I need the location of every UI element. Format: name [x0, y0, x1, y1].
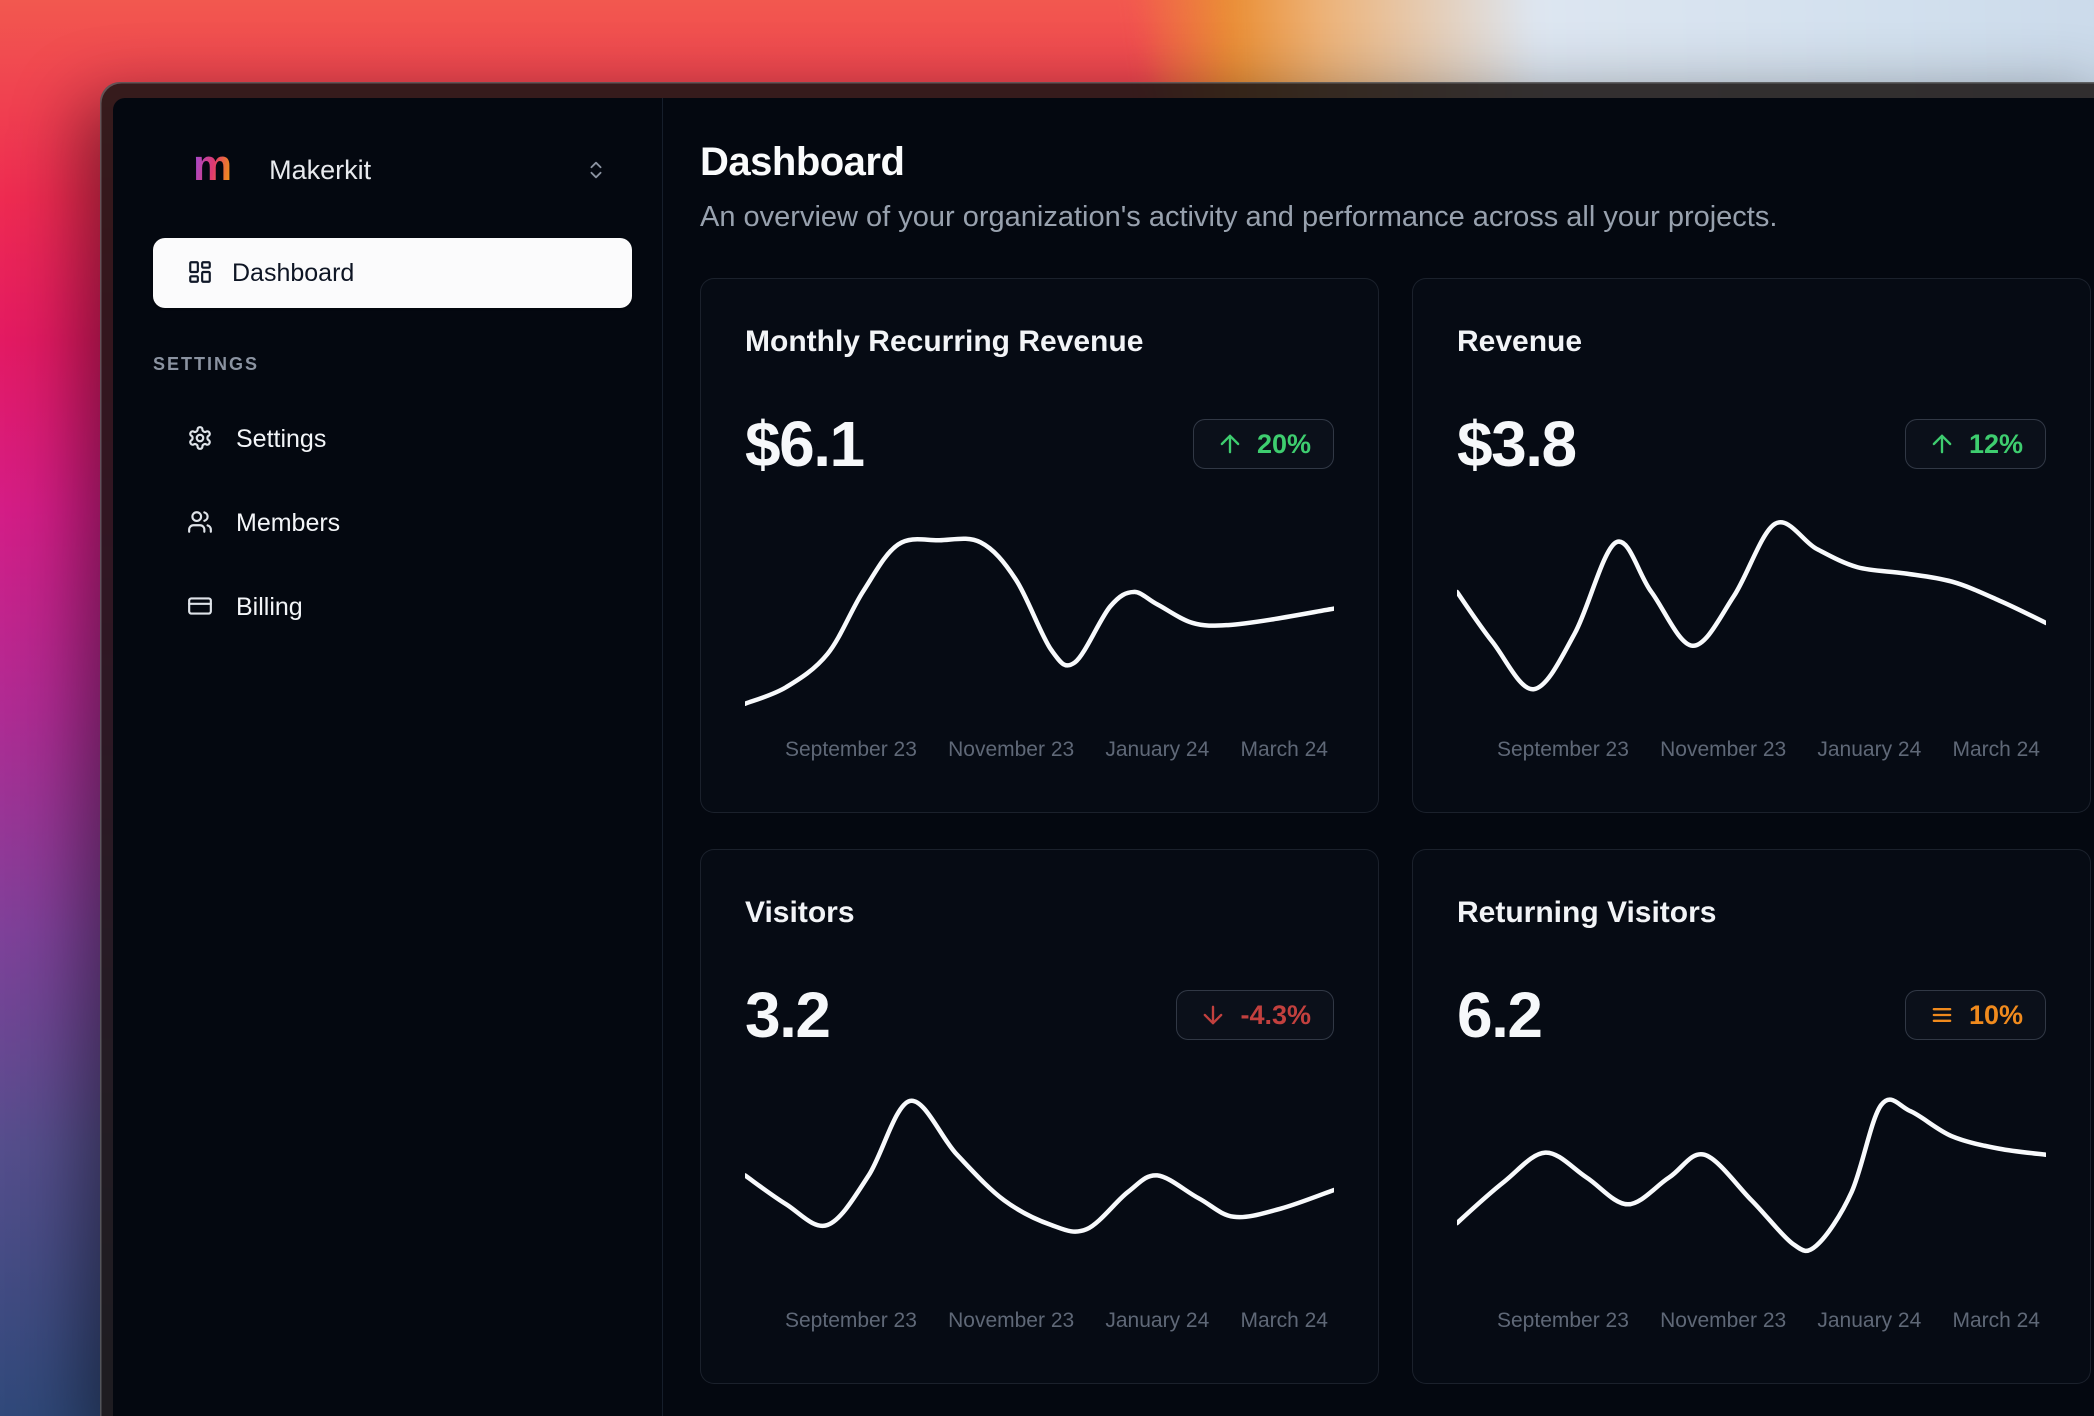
trend-badge: -4.3%	[1176, 990, 1334, 1040]
app-window: m Makerkit Dashboard SETTINGS Settings M…	[100, 82, 2094, 1416]
metrics-grid: Monthly Recurring Revenue $6.1 20% Septe…	[700, 278, 2091, 1384]
page-title: Dashboard	[700, 140, 2091, 185]
layout-dashboard-icon	[187, 259, 213, 288]
x-axis-label: September 23	[1497, 1309, 1629, 1333]
x-axis-label: November 23	[948, 1309, 1074, 1333]
arrow-up-icon	[1928, 430, 1956, 458]
x-axis-label: November 23	[1660, 738, 1786, 762]
x-axis-label: March 24	[1952, 1309, 2040, 1333]
metric-card: Monthly Recurring Revenue $6.1 20% Septe…	[700, 278, 1379, 813]
x-axis-labels: September 23 November 23 January 24 March 2…	[745, 738, 1334, 762]
x-axis-label: March 24	[1240, 738, 1328, 762]
trend-label: 20%	[1257, 429, 1311, 460]
x-axis-label: January 24	[1105, 738, 1209, 762]
x-axis-label: March 24	[1240, 1309, 1328, 1333]
card-title: Revenue	[1457, 325, 2046, 359]
trend-label: 10%	[1969, 1000, 2023, 1031]
trend-label: -4.3%	[1240, 1000, 1311, 1031]
metric-card: Visitors 3.2 -4.3% September 23 November …	[700, 849, 1379, 1384]
lines-icon	[1928, 1001, 1956, 1029]
card-title: Visitors	[745, 896, 1334, 930]
x-axis-label: September 23	[785, 738, 917, 762]
metric-value: 3.2	[745, 978, 829, 1052]
arrow-up-icon	[1216, 430, 1244, 458]
x-axis-label: January 24	[1817, 1309, 1921, 1333]
value-row: 6.2 10%	[1457, 978, 2046, 1052]
metric-value: 6.2	[1457, 978, 1541, 1052]
sidebar-item-billing[interactable]: Billing	[153, 579, 632, 635]
sidebar: m Makerkit Dashboard SETTINGS Settings M…	[113, 98, 663, 1416]
workspace-name: Makerkit	[269, 155, 585, 186]
sidebar-item-members[interactable]: Members	[153, 495, 632, 551]
trend-badge: 10%	[1905, 990, 2046, 1040]
card-title: Monthly Recurring Revenue	[745, 325, 1334, 359]
line-chart	[1457, 1068, 2046, 1303]
x-axis-label: November 23	[1660, 1309, 1786, 1333]
line-chart	[745, 497, 1334, 732]
trend-label: 12%	[1969, 429, 2023, 460]
metric-value: $6.1	[745, 407, 864, 481]
trend-badge: 20%	[1193, 419, 1334, 469]
card-title: Returning Visitors	[1457, 896, 2046, 930]
line-chart	[745, 1068, 1334, 1303]
metric-value: $3.8	[1457, 407, 1576, 481]
x-axis-labels: September 23 November 23 January 24 March 2…	[1457, 1309, 2046, 1333]
app-root: m Makerkit Dashboard SETTINGS Settings M…	[113, 98, 2094, 1416]
gear-icon	[187, 425, 213, 454]
sidebar-item-label: Settings	[236, 425, 326, 454]
users-icon	[187, 509, 213, 538]
sidebar-item-label: Billing	[236, 593, 303, 622]
value-row: $6.1 20%	[745, 407, 1334, 481]
trend-badge: 12%	[1905, 419, 2046, 469]
sidebar-item-dashboard[interactable]: Dashboard	[153, 238, 632, 308]
settings-nav: Settings Members Billing	[153, 411, 632, 635]
chevrons-up-down-icon	[585, 159, 607, 181]
x-axis-labels: September 23 November 23 January 24 March 2…	[1457, 738, 2046, 762]
x-axis-label: March 24	[1952, 738, 2040, 762]
workspace-switcher[interactable]: m Makerkit	[153, 148, 632, 192]
value-row: 3.2 -4.3%	[745, 978, 1334, 1052]
line-chart	[1457, 497, 2046, 732]
makerkit-logo-icon: m	[193, 151, 232, 181]
main-content: Dashboard An overview of your organizati…	[663, 98, 2094, 1416]
x-axis-label: January 24	[1105, 1309, 1209, 1333]
x-axis-label: January 24	[1817, 738, 1921, 762]
sidebar-item-label: Members	[236, 509, 340, 538]
x-axis-label: November 23	[948, 738, 1074, 762]
value-row: $3.8 12%	[1457, 407, 2046, 481]
x-axis-labels: September 23 November 23 January 24 March 2…	[745, 1309, 1334, 1333]
sidebar-section-settings: SETTINGS	[153, 354, 632, 375]
x-axis-label: September 23	[1497, 738, 1629, 762]
sidebar-item-label: Dashboard	[232, 259, 354, 288]
arrow-down-icon	[1199, 1001, 1227, 1029]
sidebar-item-settings[interactable]: Settings	[153, 411, 632, 467]
x-axis-label: September 23	[785, 1309, 917, 1333]
metric-card: Revenue $3.8 12% September 23 November 23…	[1412, 278, 2091, 813]
metric-card: Returning Visitors 6.2 10% September 23 N…	[1412, 849, 2091, 1384]
page-subtitle: An overview of your organization's activ…	[700, 201, 2091, 234]
credit-card-icon	[187, 593, 213, 622]
